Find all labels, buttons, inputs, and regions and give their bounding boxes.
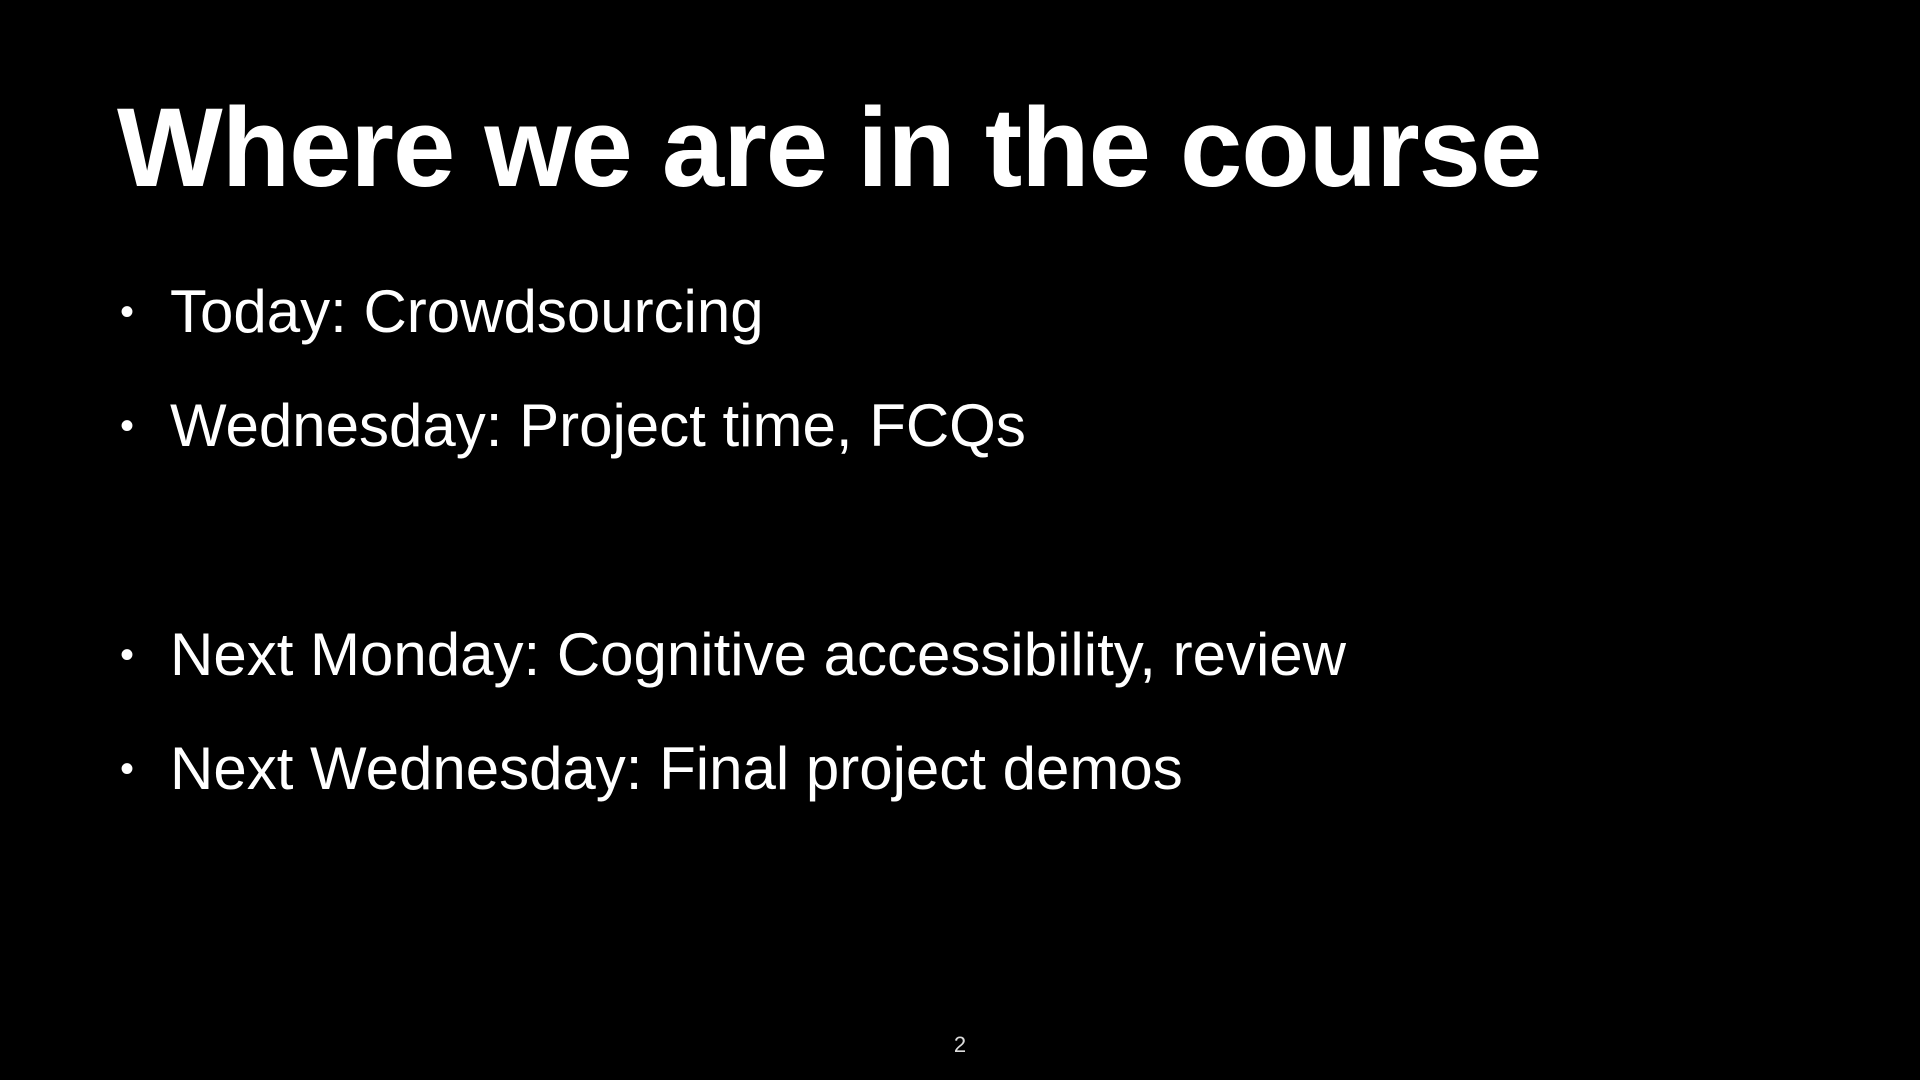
bullet-dot-icon: • [120,404,135,448]
bullet-text: Wednesday: Project time, FCQs [170,392,1026,459]
bullet-item: • Today: Crowdsourcing [120,282,764,342]
bullet-text: Today: Crowdsourcing [170,278,764,345]
bullet-dot-icon: • [120,747,135,791]
bullet-dot-icon: • [120,633,135,677]
bullet-item: • Wednesday: Project time, FCQs [120,396,1026,456]
page-number: 2 [953,1032,967,1057]
bullet-text: Next Wednesday: Final project demos [170,735,1183,802]
bullet-item: • Next Wednesday: Final project demos [120,739,1183,799]
bullet-dot-icon: • [120,290,135,334]
slide-title: Where we are in the course [117,85,1542,210]
bullet-text: Next Monday: Cognitive accessibility, re… [170,621,1347,688]
bullet-item: • Next Monday: Cognitive accessibility, … [120,625,1346,685]
